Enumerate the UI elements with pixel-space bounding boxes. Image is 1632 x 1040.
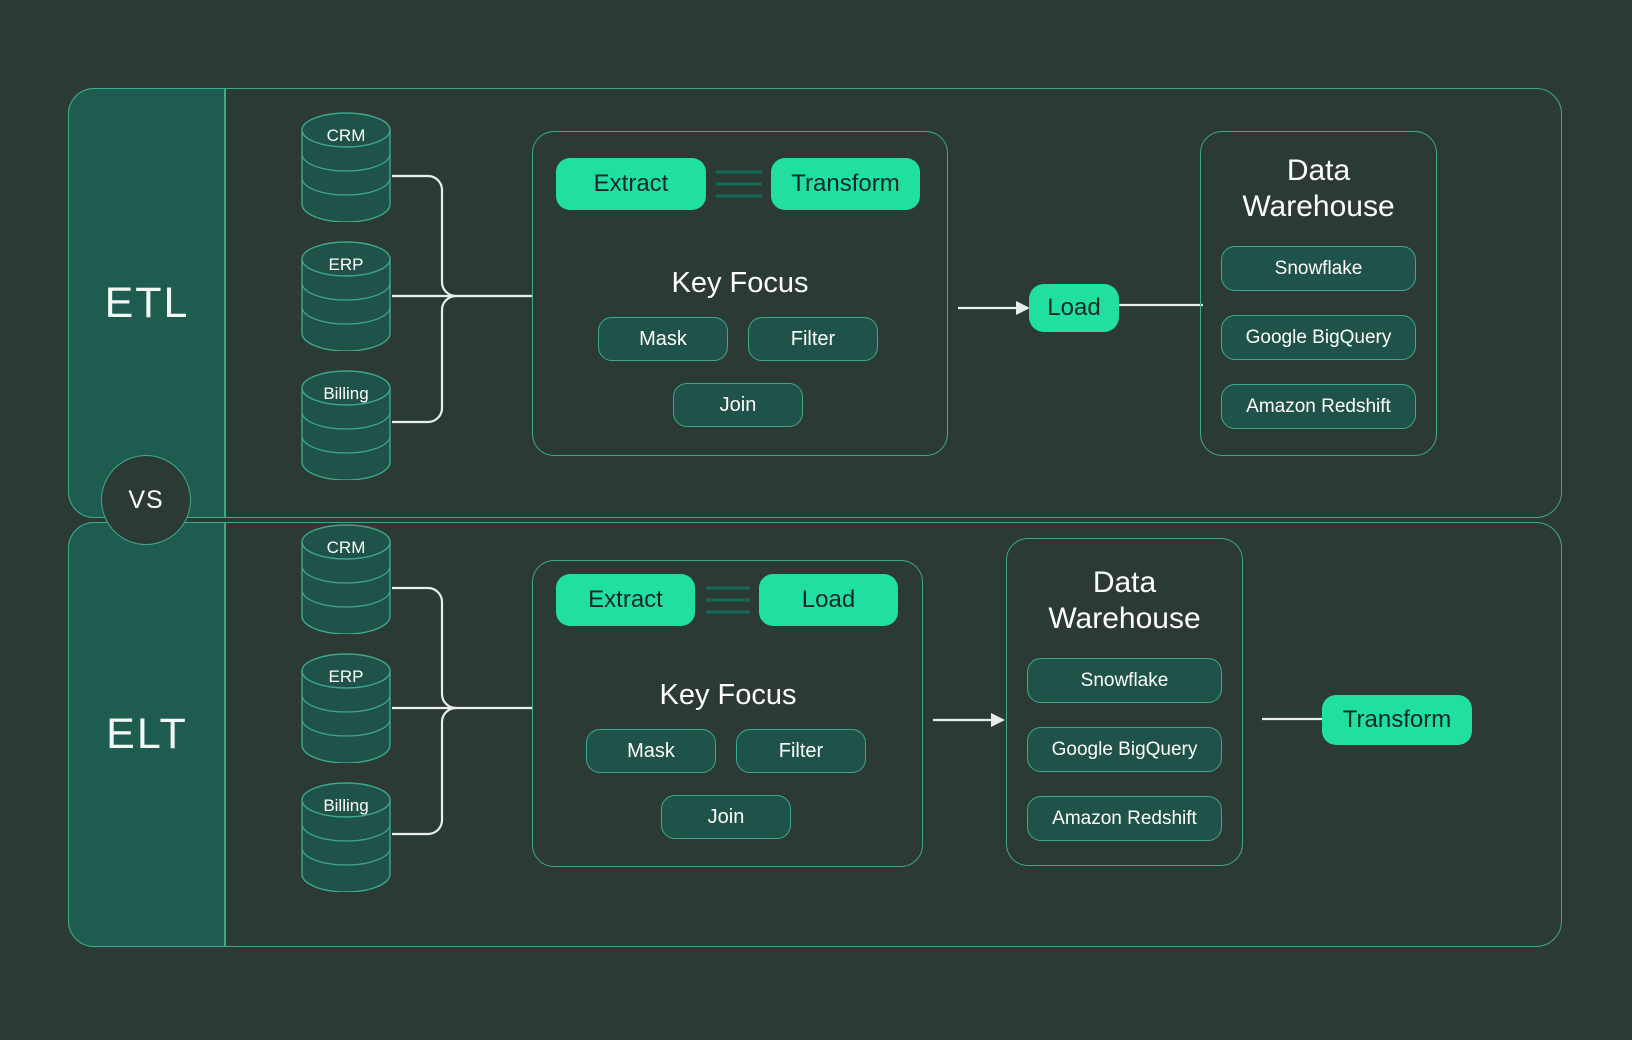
etl-warehouse-bigquery[interactable]: Google BigQuery [1221, 315, 1416, 360]
etl-stage-extract-label: Extract [594, 170, 669, 198]
elt-warehouse-bigquery[interactable]: Google BigQuery [1027, 727, 1222, 772]
etl-stage-transform-label: Transform [791, 170, 899, 198]
etl-warehouse-redshift-label: Amazon Redshift [1246, 396, 1391, 418]
elt-warehouse-bigquery-label: Google BigQuery [1052, 739, 1198, 761]
etl-stage-extract[interactable]: Extract [556, 158, 706, 210]
etl-warehouse-snowflake[interactable]: Snowflake [1221, 246, 1416, 291]
etl-label-panel: ETL [68, 88, 225, 518]
vs-badge: VS [101, 455, 191, 545]
database-cylinder-icon [300, 112, 392, 222]
elt-key-focus-join[interactable]: Join [661, 795, 791, 839]
database-cylinder-icon [300, 524, 392, 634]
etl-key-focus-mask-label: Mask [639, 328, 687, 351]
elt-label-panel: ELT [68, 522, 225, 947]
diagram-canvas: ETL CRM ERP Billing [0, 0, 1632, 1040]
equals-connector-icon [706, 584, 750, 618]
etl-source-merge-connector [392, 170, 532, 430]
etl-warehouse-title-line1: Data [1200, 153, 1437, 189]
elt-source-billing[interactable]: Billing [300, 782, 392, 892]
elt-panel-divider [224, 522, 226, 947]
etl-key-focus-join[interactable]: Join [673, 383, 803, 427]
etl-warehouse-title: Data Warehouse [1200, 153, 1437, 225]
elt-source-erp[interactable]: ERP [300, 653, 392, 763]
elt-warehouse-to-transform-line [1262, 714, 1328, 724]
elt-label-text: ELT [106, 710, 188, 759]
etl-warehouse-snowflake-label: Snowflake [1275, 258, 1363, 280]
elt-key-focus-mask-label: Mask [627, 740, 675, 763]
etl-warehouse-redshift[interactable]: Amazon Redshift [1221, 384, 1416, 429]
elt-key-focus-mask[interactable]: Mask [586, 729, 716, 773]
etl-warehouse-title-line2: Warehouse [1200, 189, 1437, 225]
elt-warehouse-title-line2: Warehouse [1006, 601, 1243, 637]
etl-load-pill-label: Load [1047, 294, 1100, 322]
elt-transform-pill-label: Transform [1343, 706, 1451, 734]
etl-key-focus-title: Key Focus [592, 267, 888, 300]
etl-key-focus-filter-label: Filter [791, 328, 835, 351]
etl-warehouse-bigquery-label: Google BigQuery [1246, 327, 1392, 349]
elt-warehouse-snowflake-label: Snowflake [1081, 670, 1169, 692]
etl-load-pill[interactable]: Load [1029, 284, 1119, 332]
elt-stage-load-label: Load [802, 586, 855, 614]
elt-stage-load[interactable]: Load [759, 574, 898, 626]
equals-connector-icon [716, 168, 762, 202]
elt-warehouse-title: Data Warehouse [1006, 565, 1243, 637]
elt-warehouse-title-line1: Data [1006, 565, 1243, 601]
elt-warehouse-redshift-label: Amazon Redshift [1052, 808, 1197, 830]
etl-key-focus-join-label: Join [720, 394, 757, 417]
etl-load-to-warehouse-line [1119, 300, 1203, 310]
database-cylinder-icon [300, 782, 392, 892]
etl-key-focus-filter[interactable]: Filter [748, 317, 878, 361]
elt-stage-extract[interactable]: Extract [556, 574, 695, 626]
elt-transform-pill[interactable]: Transform [1322, 695, 1472, 745]
etl-source-crm[interactable]: CRM [300, 112, 392, 222]
etl-label-text: ETL [105, 279, 190, 328]
database-cylinder-icon [300, 653, 392, 763]
database-cylinder-icon [300, 241, 392, 351]
vs-badge-label: VS [128, 486, 163, 515]
database-cylinder-icon [300, 370, 392, 480]
elt-key-focus-filter-label: Filter [779, 740, 823, 763]
etl-source-billing[interactable]: Billing [300, 370, 392, 480]
elt-source-crm[interactable]: CRM [300, 524, 392, 634]
elt-key-focus-title: Key Focus [580, 679, 876, 712]
etl-panel-divider [224, 88, 226, 518]
etl-arrow-to-load [958, 296, 1032, 320]
elt-warehouse-snowflake[interactable]: Snowflake [1027, 658, 1222, 703]
elt-key-focus-filter[interactable]: Filter [736, 729, 866, 773]
etl-key-focus-mask[interactable]: Mask [598, 317, 728, 361]
elt-source-merge-connector [392, 582, 532, 842]
elt-arrow-to-warehouse [933, 708, 1007, 732]
elt-warehouse-redshift[interactable]: Amazon Redshift [1027, 796, 1222, 841]
etl-stage-transform[interactable]: Transform [771, 158, 920, 210]
elt-key-focus-join-label: Join [708, 806, 745, 829]
elt-stage-extract-label: Extract [588, 586, 663, 614]
etl-source-erp[interactable]: ERP [300, 241, 392, 351]
